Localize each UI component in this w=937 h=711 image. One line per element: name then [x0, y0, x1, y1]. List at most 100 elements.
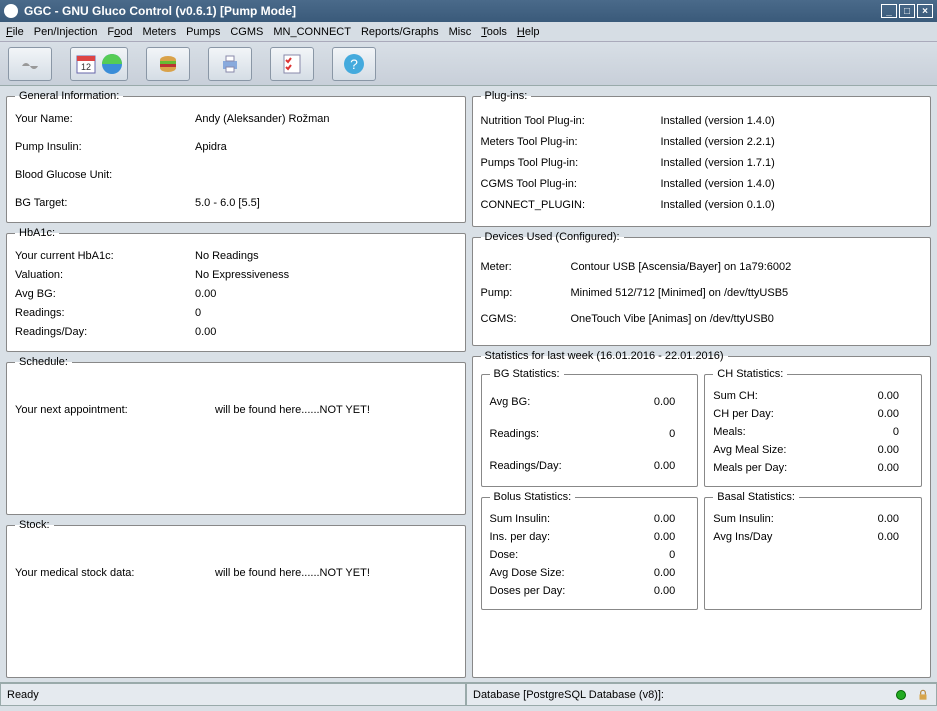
tool-icon	[18, 52, 42, 76]
bg-readings-label: Readings:	[490, 426, 630, 442]
toolbar-button-2[interactable]: 12	[70, 47, 128, 81]
bg-rpd-value: 0.00	[630, 458, 690, 474]
schedule-value: will be found here......NOT YET!	[215, 404, 457, 416]
statusbar: Ready Database [PostgreSQL Database (v8)…	[0, 682, 937, 706]
plugin-name: Meters Tool Plug-in:	[481, 134, 661, 150]
hba1c-avgbg-label: Avg BG:	[15, 286, 195, 302]
stats-panel: Statistics for last week (16.01.2016 - 2…	[472, 350, 932, 678]
burger-icon	[156, 52, 180, 76]
toolbar-button-4[interactable]	[208, 47, 252, 81]
ch-mpd-label: Meals per Day:	[713, 460, 853, 476]
ch-perday-value: 0.00	[853, 406, 913, 422]
toolbar-button-6[interactable]: ?	[332, 47, 376, 81]
checklist-icon	[280, 52, 304, 76]
plugin-status: Installed (version 1.4.0)	[661, 176, 923, 192]
hba1c-rpd-label: Readings/Day:	[15, 324, 195, 340]
svg-text:?: ?	[350, 56, 358, 72]
menu-mnconnect[interactable]: MN_CONNECT	[273, 26, 351, 38]
content-area: General Information: Your Name:Andy (Ale…	[0, 86, 937, 682]
close-button[interactable]: ×	[917, 4, 933, 18]
plugin-name: CONNECT_PLUGIN:	[481, 197, 661, 213]
app-icon	[4, 4, 18, 18]
bolus-dpd-value: 0.00	[630, 583, 690, 599]
right-column: Plug-ins: Nutrition Tool Plug-in:Install…	[472, 90, 932, 678]
toolbar-button-3[interactable]	[146, 47, 190, 81]
plugins-panel: Plug-ins: Nutrition Tool Plug-in:Install…	[472, 90, 932, 227]
print-icon	[218, 52, 242, 76]
devices-panel: Devices Used (Configured): Meter:Contour…	[472, 231, 932, 346]
basal-stats-panel: Basal Statistics: Sum Insulin:0.00 Avg I…	[704, 491, 922, 610]
hba1c-current-value: No Readings	[195, 248, 457, 264]
status-right: Database [PostgreSQL Database (v8)]:	[466, 683, 937, 706]
hba1c-readings-label: Readings:	[15, 305, 195, 321]
bg-stats-title: BG Statistics:	[490, 368, 564, 380]
menu-misc[interactable]: Misc	[449, 26, 472, 38]
device-desc: Minimed 512/712 [Minimed] on /dev/ttyUSB…	[571, 285, 923, 301]
stats-title: Statistics for last week (16.01.2016 - 2…	[481, 350, 728, 362]
general-info-panel: General Information: Your Name:Andy (Ale…	[6, 90, 466, 223]
menu-pen[interactable]: Pen/Injection	[34, 26, 98, 38]
ch-sum-value: 0.00	[853, 388, 913, 404]
menu-tools[interactable]: Tools	[481, 26, 507, 38]
plugin-status: Installed (version 0.1.0)	[661, 197, 923, 213]
left-column: General Information: Your Name:Andy (Ale…	[6, 90, 466, 678]
menu-pumps[interactable]: Pumps	[186, 26, 220, 38]
schedule-panel: Schedule: Your next appointment:will be …	[6, 356, 466, 515]
bolus-sum-value: 0.00	[630, 511, 690, 527]
menu-reports[interactable]: Reports/Graphs	[361, 26, 439, 38]
insulin-label: Pump Insulin:	[15, 139, 195, 155]
maximize-button[interactable]: □	[899, 4, 915, 18]
plugins-title: Plug-ins:	[481, 90, 532, 102]
bg-stats-panel: BG Statistics: Avg BG:0.00 Readings:0 Re…	[481, 368, 699, 487]
ch-mpd-value: 0.00	[853, 460, 913, 476]
bgu-value	[195, 167, 457, 183]
toolbar-button-5[interactable]	[270, 47, 314, 81]
name-label: Your Name:	[15, 111, 195, 127]
status-db: Database [PostgreSQL Database (v8)]:	[473, 689, 664, 701]
basal-avg-label: Avg Ins/Day	[713, 529, 853, 545]
ch-stats-panel: CH Statistics: Sum CH:0.00 CH per Day:0.…	[704, 368, 922, 487]
toolbar: 12 ?	[0, 42, 937, 86]
stock-value: will be found here......NOT YET!	[215, 567, 457, 579]
stock-title: Stock:	[15, 519, 54, 531]
device-kind: Meter:	[481, 259, 571, 275]
bgu-label: Blood Glucose Unit:	[15, 167, 195, 183]
ch-stats-title: CH Statistics:	[713, 368, 787, 380]
hba1c-valuation-label: Valuation:	[15, 267, 195, 283]
device-kind: CGMS:	[481, 311, 571, 327]
plugin-status: Installed (version 1.4.0)	[661, 113, 923, 129]
basal-stats-title: Basal Statistics:	[713, 491, 799, 503]
bg-rpd-label: Readings/Day:	[490, 458, 630, 474]
basal-avg-value: 0.00	[853, 529, 913, 545]
menu-meters[interactable]: Meters	[142, 26, 176, 38]
menu-help[interactable]: Help	[517, 26, 540, 38]
plugin-name: Pumps Tool Plug-in:	[481, 155, 661, 171]
stock-label: Your medical stock data:	[15, 567, 215, 579]
menubar: File Pen/Injection Food Meters Pumps CGM…	[0, 22, 937, 42]
toolbar-button-1[interactable]	[8, 47, 52, 81]
plugin-status: Installed (version 2.2.1)	[661, 134, 923, 150]
stock-panel: Stock: Your medical stock data:will be f…	[6, 519, 466, 678]
hba1c-readings-value: 0	[195, 305, 457, 321]
bolus-sum-label: Sum Insulin:	[490, 511, 630, 527]
bolus-perday-label: Ins. per day:	[490, 529, 630, 545]
lock-icon	[916, 688, 930, 702]
plugin-status: Installed (version 1.7.1)	[661, 155, 923, 171]
calendar-icon: 12	[74, 52, 98, 76]
menu-file[interactable]: File	[6, 26, 24, 38]
ch-avgmeal-label: Avg Meal Size:	[713, 442, 853, 458]
globe-icon	[100, 52, 124, 76]
menu-food[interactable]: Food	[107, 26, 132, 38]
hba1c-rpd-value: 0.00	[195, 324, 457, 340]
ch-sum-label: Sum CH:	[713, 388, 853, 404]
minimize-button[interactable]: _	[881, 4, 897, 18]
menu-cgms[interactable]: CGMS	[230, 26, 263, 38]
hba1c-current-label: Your current HbA1c:	[15, 248, 195, 264]
devices-title: Devices Used (Configured):	[481, 231, 624, 243]
bolus-avgdose-label: Avg Dose Size:	[490, 565, 630, 581]
insulin-value: Apidra	[195, 139, 457, 155]
bolus-dpd-label: Doses per Day:	[490, 583, 630, 599]
general-title: General Information:	[15, 90, 123, 102]
hba1c-panel: HbA1c: Your current HbA1c:No Readings Va…	[6, 227, 466, 352]
svg-text:12: 12	[81, 62, 91, 72]
